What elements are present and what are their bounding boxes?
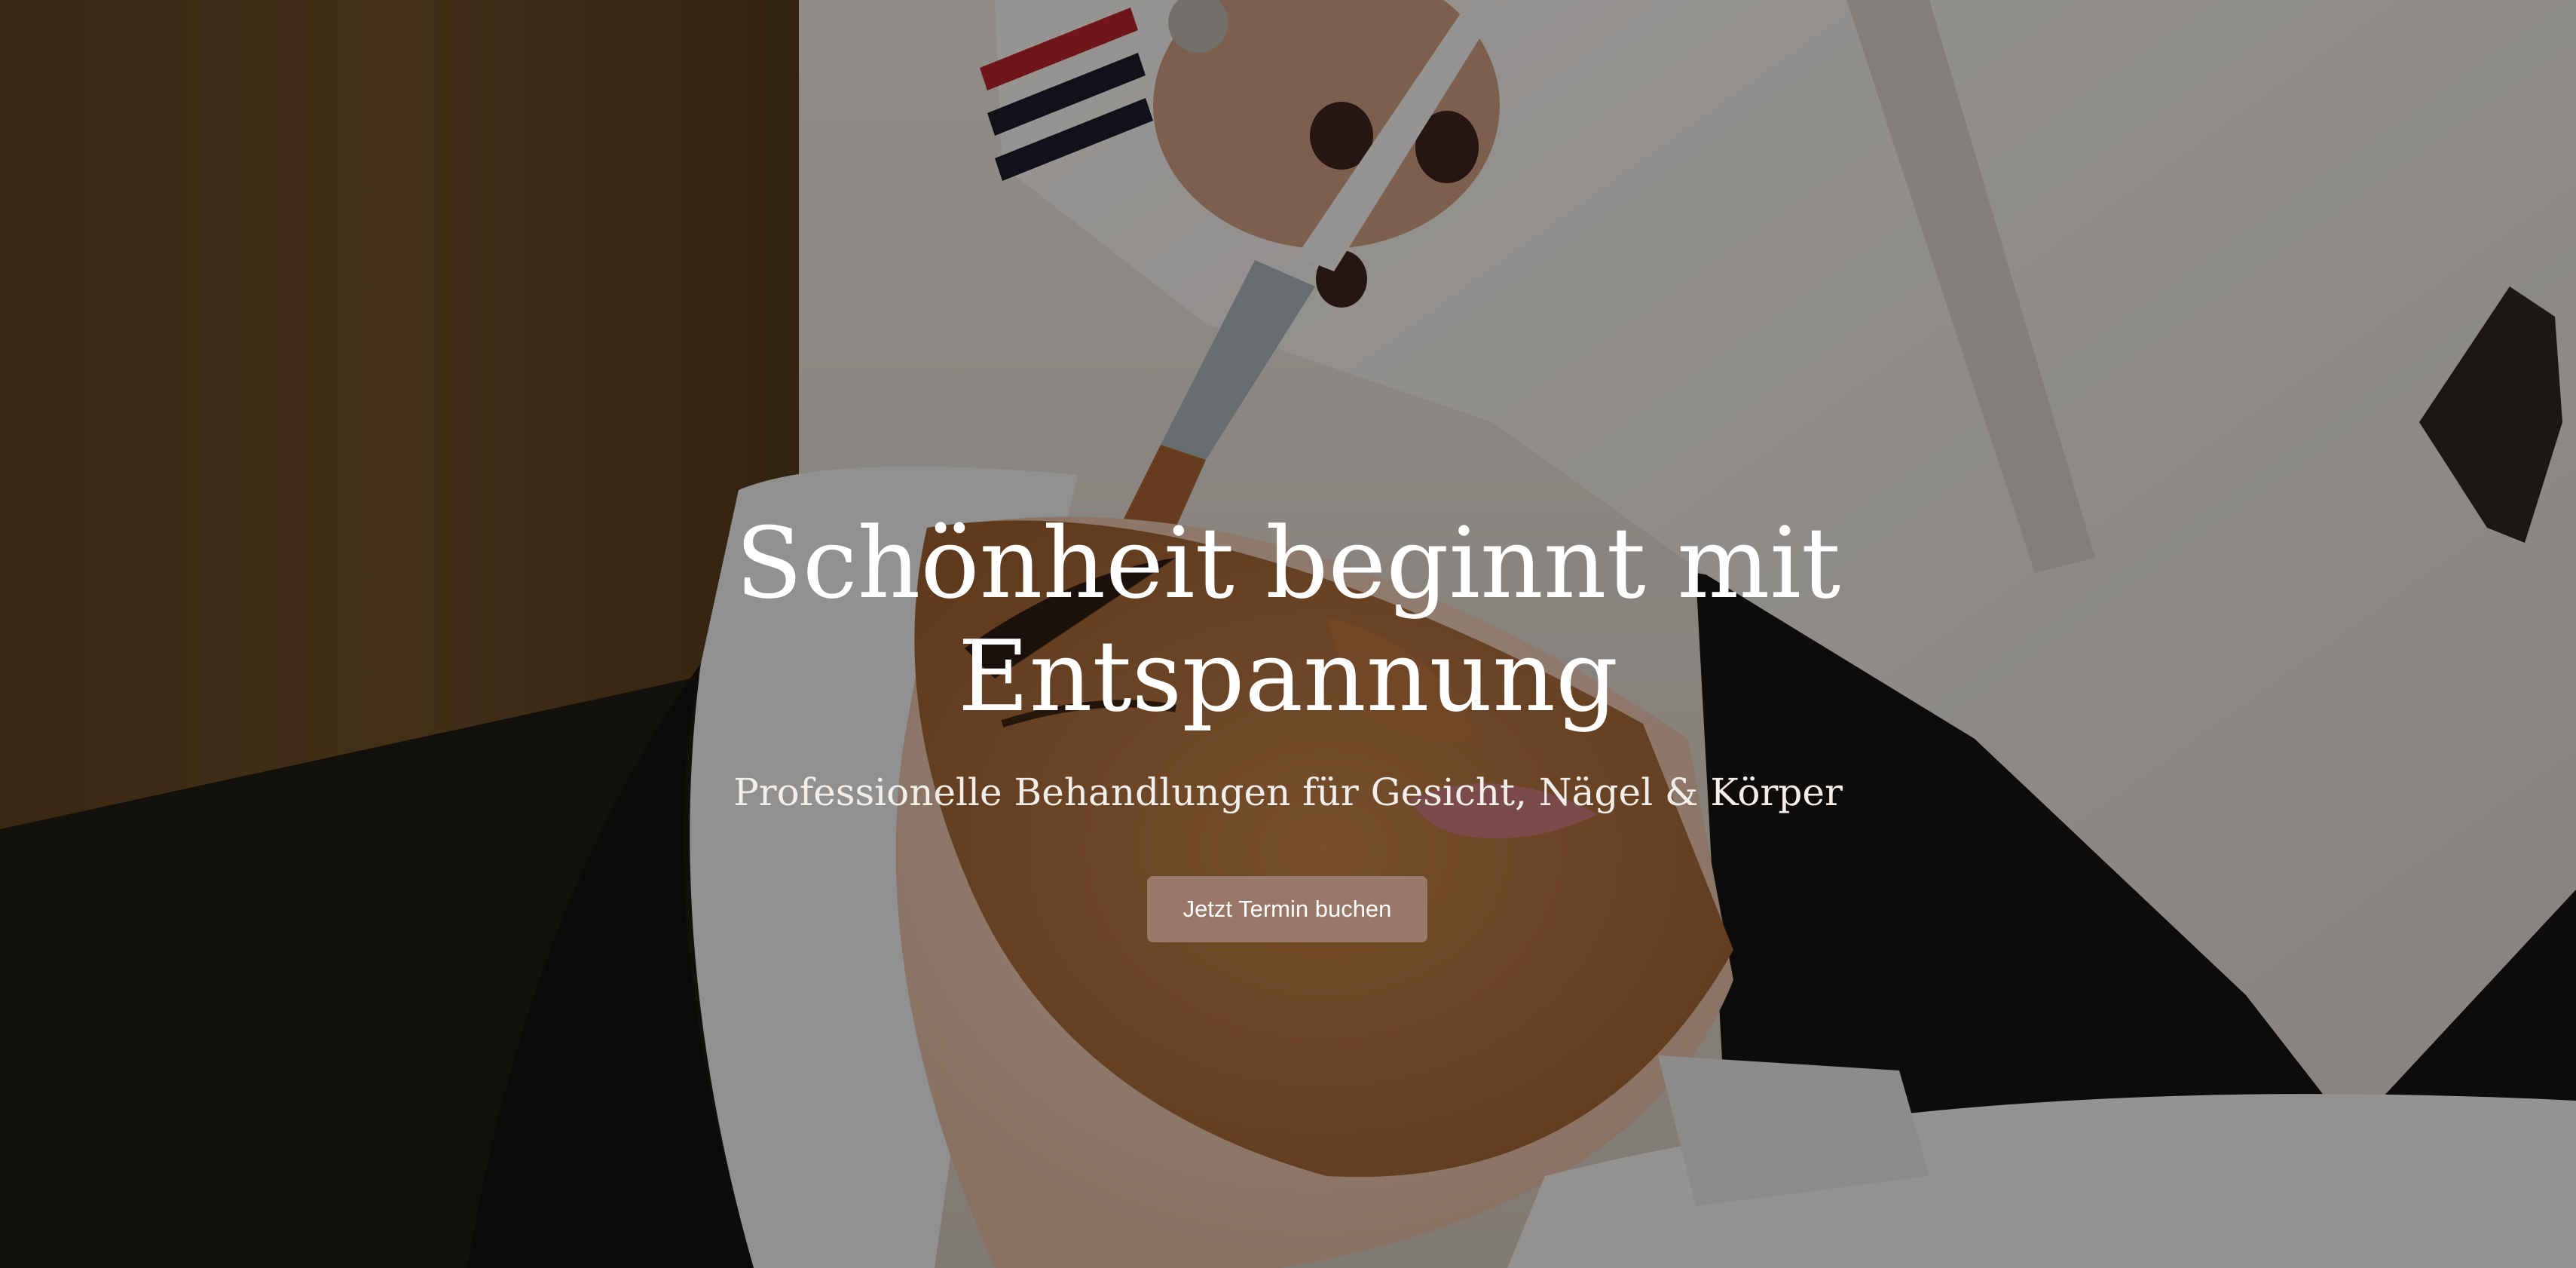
hero-headline: Schönheit beginnt mit Entspannung	[0, 507, 2576, 733]
headline-line-2: Entspannung	[957, 619, 1619, 734]
hero-section: Schönheit beginnt mit Entspannung Profes…	[0, 0, 2576, 1268]
hero-content: Schönheit beginnt mit Entspannung Profes…	[0, 0, 2576, 1268]
hero-subheadline: Professionelle Behandlungen für Gesicht,…	[733, 770, 1843, 814]
book-appointment-button[interactable]: Jetzt Termin buchen	[1147, 876, 1427, 942]
headline-line-1: Schönheit beginnt mit	[735, 506, 1841, 620]
